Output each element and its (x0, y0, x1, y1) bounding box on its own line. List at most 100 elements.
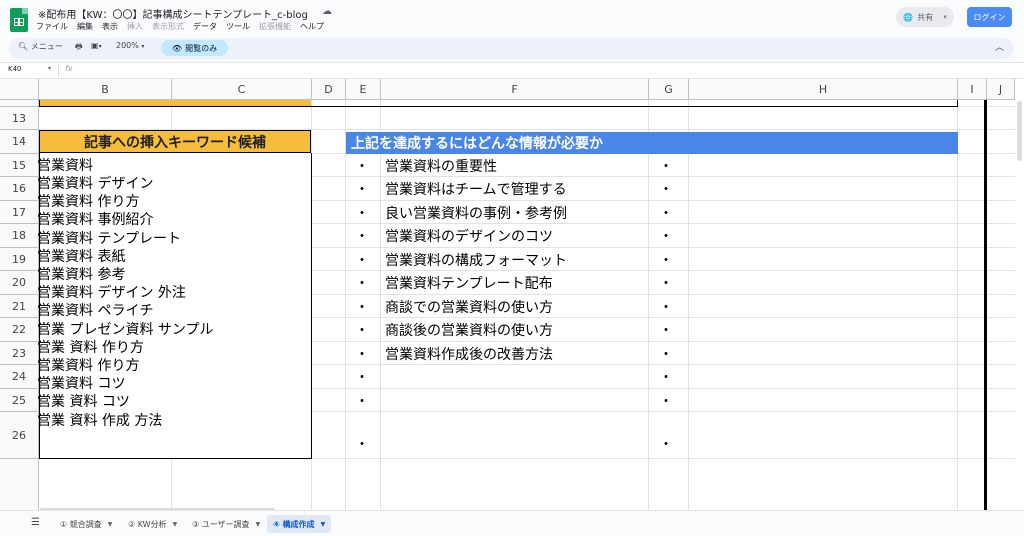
menu-insert[interactable]: 挿入 (127, 21, 143, 32)
keyword-item[interactable]: 営業資料 参考 (37, 267, 125, 283)
share-button[interactable]: 🌐 共有 ▾ (896, 7, 954, 27)
row-header-17[interactable]: 17 (0, 201, 39, 224)
column-header-h[interactable]: H (689, 79, 958, 100)
keyword-item[interactable]: 営業資料 作り方 (37, 358, 139, 374)
menu-extensions[interactable]: 拡張機能 (259, 21, 291, 32)
info-item[interactable]: 商談後の営業資料の使い方 (385, 323, 553, 339)
info-item[interactable]: 営業資料の重要性 (385, 159, 497, 175)
info-item[interactable]: 営業資料の構成フォーマット (385, 253, 567, 269)
keyword-item[interactable]: 営業 資料 コツ (37, 394, 130, 410)
sheets-logo-icon[interactable] (10, 8, 28, 32)
bullet: ・ (659, 394, 673, 410)
chevron-down-icon: ▼ (107, 520, 113, 528)
info-item[interactable]: 営業資料作成後の改善方法 (385, 347, 553, 363)
column-header-c[interactable]: C (172, 79, 312, 100)
row-header-26[interactable]: 26 (0, 412, 39, 459)
info-item[interactable]: 営業資料のデザインのコツ (385, 229, 553, 245)
keyword-item[interactable]: 営業資料 事例紹介 (37, 212, 153, 228)
info-item[interactable]: 商談での営業資料の使い方 (385, 300, 553, 316)
scrollbar-thumb[interactable] (1017, 101, 1022, 161)
bullet: ・ (355, 347, 369, 363)
chevron-down-icon: ▾ (943, 13, 947, 21)
column-header-j[interactable]: J (987, 79, 1015, 100)
view-only-chip[interactable]: 👁 閲覧のみ (161, 40, 228, 56)
spreadsheet-grid[interactable]: B C D E F G H I J 13 14 15 16 17 18 19 2… (0, 79, 1015, 510)
print-icon[interactable]: 🖶 (75, 41, 83, 55)
tab-label: ④ 構成作成 (273, 519, 315, 529)
row-header-14[interactable]: 14 (0, 130, 39, 154)
cell-format-button[interactable]: ▣▾ (91, 41, 102, 50)
sheet-tab-bar: ☰ ① 競合調査 ▼ ② KW分析 ▼ ③ ユーザー調査 ▼ ④ 構成作成 ▼ (0, 510, 1024, 536)
menu-tools[interactable]: ツール (226, 21, 250, 32)
box-border (957, 100, 958, 107)
box-border (39, 106, 958, 107)
keyword-header[interactable]: 記事への挿入キーワード候補 (39, 130, 311, 153)
keyword-item[interactable]: 営業資料 作り方 (37, 194, 139, 210)
bullet: ・ (355, 159, 369, 175)
keyword-item[interactable]: 営業資料 テンプレート (37, 231, 181, 247)
login-button[interactable]: ログイン (967, 7, 1012, 27)
all-sheets-menu-icon[interactable]: ☰ (31, 517, 40, 528)
tab-user-research[interactable]: ③ ユーザー調査 ▼ (186, 515, 266, 533)
info-item[interactable]: 営業資料テンプレート配布 (385, 276, 553, 292)
keyword-item[interactable]: 営業資料 コツ (37, 376, 125, 392)
eye-icon: 👁 (171, 43, 183, 53)
row-header-20[interactable]: 20 (0, 271, 39, 295)
row-header-19[interactable]: 19 (0, 248, 39, 271)
column-header-f[interactable]: F (381, 79, 649, 100)
row-header-25[interactable]: 25 (0, 389, 39, 412)
chevron-down-icon[interactable]: ▾ (48, 65, 51, 72)
tab-kw-analysis[interactable]: ② KW分析 ▼ (122, 515, 183, 533)
row-header-24[interactable]: 24 (0, 365, 39, 389)
chevron-down-icon: ▼ (255, 520, 261, 528)
menu-data[interactable]: データ (193, 21, 217, 32)
row-header-22[interactable]: 22 (0, 318, 39, 342)
keyword-item[interactable]: 営業資料 ペライチ (37, 303, 153, 319)
keyword-item[interactable]: 営業資料 (37, 158, 93, 174)
menu-file[interactable]: ファイル (36, 21, 68, 32)
keyword-item[interactable]: 営業資料 表紙 (37, 249, 125, 265)
bullet: ・ (355, 253, 369, 269)
bullet: ・ (355, 300, 369, 316)
row-header-18[interactable]: 18 (0, 224, 39, 248)
tab-label: ③ ユーザー調査 (192, 519, 250, 529)
tab-competitor-research[interactable]: ① 競合調査 ▼ (54, 515, 118, 533)
keyword-item[interactable]: 営業資料 デザイン (37, 176, 153, 192)
menu-format[interactable]: 表示形式 (152, 21, 184, 32)
row-header-23[interactable]: 23 (0, 342, 39, 365)
keyword-item[interactable]: 営業 資料 作成 方法 (37, 413, 162, 429)
row-header-15[interactable]: 15 (0, 154, 39, 177)
zoom-select[interactable]: 200% ▾ (116, 41, 144, 50)
row-header-13[interactable]: 13 (0, 107, 39, 130)
column-header-d[interactable]: D (312, 79, 346, 100)
menu-search[interactable]: 🔍︎ メニュー (18, 41, 63, 52)
row-header-blank[interactable] (0, 459, 39, 510)
globe-icon: 🌐 (903, 12, 914, 22)
row-header-partial[interactable] (0, 100, 39, 107)
keyword-item[interactable]: 営業 プレゼン資料 サンプル (37, 322, 213, 338)
column-header-e[interactable]: E (346, 79, 381, 100)
grid-format-icon: ▣ (91, 41, 99, 50)
row-header-16[interactable]: 16 (0, 177, 39, 201)
row-header-21[interactable]: 21 (0, 295, 39, 318)
search-icon: 🔍︎ (18, 42, 29, 51)
menu-edit[interactable]: 編集 (77, 21, 93, 32)
keyword-item[interactable]: 営業資料 デザイン 外注 (37, 285, 186, 301)
chevron-up-icon[interactable]: ︿ (995, 40, 1004, 53)
tab-structure[interactable]: ④ 構成作成 ▼ (267, 515, 332, 533)
column-header-g[interactable]: G (649, 79, 689, 100)
info-header[interactable]: 上記を達成するにはどんな情報が必要か (346, 132, 958, 154)
formula-bar: K40 ▾ fx (0, 62, 1024, 79)
menu-view[interactable]: 表示 (102, 21, 118, 32)
column-header-b[interactable]: B (39, 79, 172, 100)
bullet: ・ (659, 437, 673, 453)
cloud-status-icon[interactable]: ☁ (322, 6, 332, 17)
select-all-corner[interactable] (0, 79, 39, 100)
info-item[interactable]: 良い営業資料の事例・参考例 (385, 206, 567, 222)
keyword-item[interactable]: 営業 資料 作り方 (37, 340, 144, 356)
menu-help[interactable]: ヘルプ (300, 21, 324, 32)
info-item[interactable]: 営業資料はチームで管理する (385, 182, 567, 198)
vertical-scrollbar[interactable] (1015, 79, 1024, 510)
document-title[interactable]: ※配布用【KW：〇〇】記事構成シートテンプレート_c-blog (38, 6, 308, 21)
column-header-i[interactable]: I (958, 79, 987, 100)
